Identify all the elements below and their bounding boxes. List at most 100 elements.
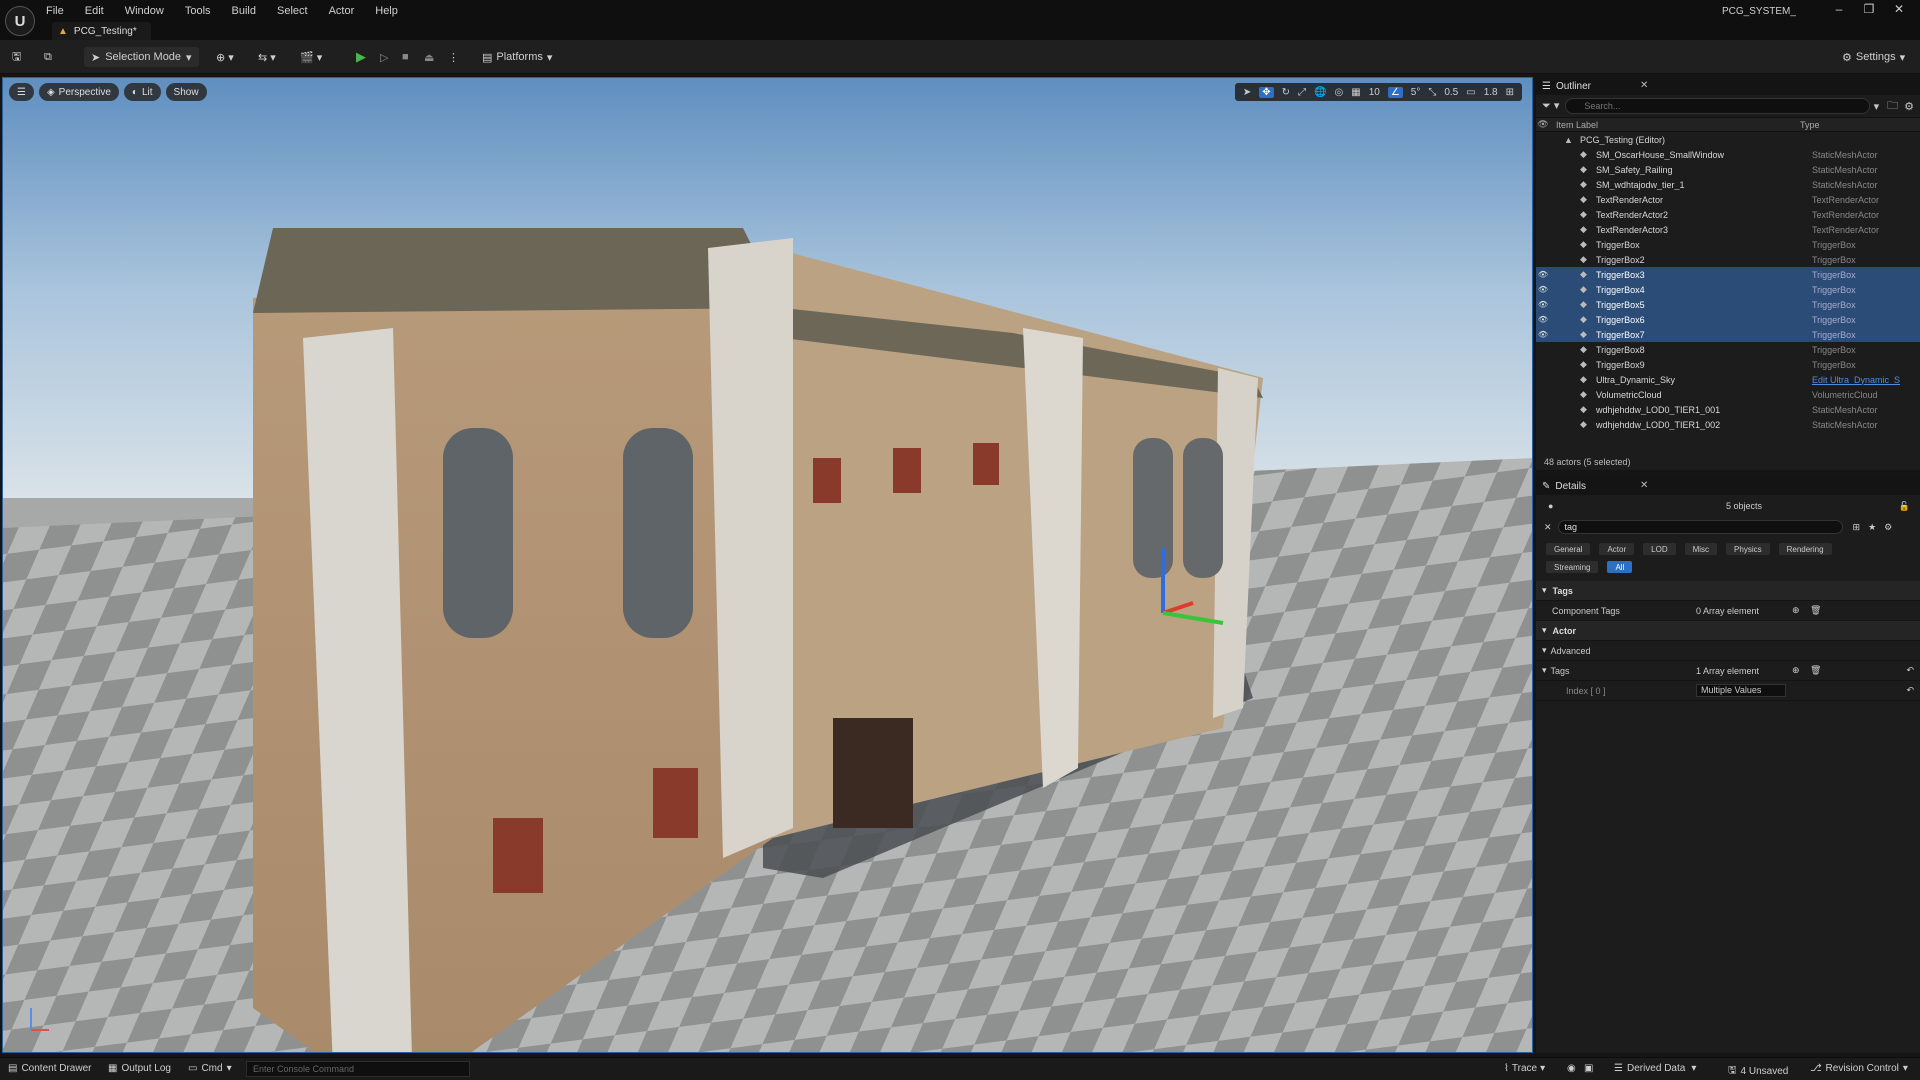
outliner-row[interactable]: ◆ TriggerBox9 TriggerBox <box>1536 357 1920 372</box>
chevron-down-icon[interactable]: ▾ <box>1874 100 1880 113</box>
more-options-icon[interactable]: ⋮ <box>448 48 459 66</box>
filter-lod[interactable]: LOD <box>1643 543 1676 555</box>
chevron-down-icon[interactable]: ▾ <box>1542 665 1547 676</box>
play-icon[interactable]: ▶ <box>356 48 366 66</box>
minimize-icon[interactable]: – <box>1824 2 1854 16</box>
save-icon[interactable]: 🖫 <box>12 48 21 66</box>
outliner-row[interactable]: 👁 ◆ TriggerBox3 TriggerBox <box>1536 267 1920 282</box>
surface-snap-icon[interactable]: ◎ <box>1335 87 1344 98</box>
close-icon[interactable]: ✕ <box>1884 2 1914 16</box>
menu-help[interactable]: Help <box>375 5 398 17</box>
trash-icon[interactable]: 🗑 <box>1810 605 1821 616</box>
visibility-icon[interactable]: 👁 <box>1536 300 1550 309</box>
filter-actor[interactable]: Actor <box>1599 543 1635 555</box>
cinematics-icon[interactable]: 🎬 ▾ <box>300 48 322 66</box>
filter-physics[interactable]: Physics <box>1726 543 1770 555</box>
outliner-row[interactable]: ◆ VolumetricCloud VolumetricCloud <box>1536 387 1920 402</box>
level-viewport[interactable]: ☰ ◈ Perspective ◐ Lit Show ➤ ✥ ↻ ⤢ 🌐 ◎ ▦… <box>2 77 1533 1053</box>
add-actor-icon[interactable]: ⊕ ▾ <box>216 48 234 66</box>
world-space-icon[interactable]: 🌐 <box>1314 87 1326 98</box>
reset-icon[interactable]: ↶ <box>1906 685 1914 696</box>
gear-icon[interactable]: ⚙ <box>1904 100 1914 113</box>
platforms-dropdown[interactable]: ▤ Platforms ▾ <box>482 48 552 66</box>
clear-search-icon[interactable]: ✕ <box>1544 522 1552 533</box>
column-item-label[interactable]: Item Label <box>1550 120 1800 130</box>
rotate-tool-icon[interactable]: ↻ <box>1282 87 1290 98</box>
details-tab[interactable]: ✎ Details ✕ <box>1536 477 1920 495</box>
blueprint-icon[interactable]: ⇆ ▾ <box>258 48 276 66</box>
derived-data-dropdown[interactable]: ☰ Derived Data ▾ <box>1614 1063 1696 1074</box>
grid-snap-value[interactable]: 10 <box>1369 87 1380 98</box>
scale-snap-icon[interactable]: ⤡ <box>1428 87 1436 98</box>
outliner-root-row[interactable]: ▲ PCG_Testing (Editor) <box>1536 132 1920 147</box>
outliner-row[interactable]: ◆ Ultra_Dynamic_Sky Edit Ultra_Dynamic_S <box>1536 372 1920 387</box>
lit-button[interactable]: ◐ Lit <box>123 83 161 101</box>
scale-tool-icon[interactable]: ⤢ <box>1298 87 1306 98</box>
outliner-row[interactable]: 👁 ◆ TriggerBox7 TriggerBox <box>1536 327 1920 342</box>
filter-misc[interactable]: Misc <box>1684 543 1718 555</box>
outliner-tab[interactable]: ☰ Outliner ✕ <box>1536 77 1920 95</box>
category-tags[interactable]: ▾ Tags <box>1536 581 1920 601</box>
outliner-row[interactable]: ◆ SM_Safety_Railing StaticMeshActor <box>1536 162 1920 177</box>
menu-edit[interactable]: Edit <box>85 5 104 17</box>
camera-speed-value[interactable]: 1.8 <box>1484 87 1498 98</box>
perspective-button[interactable]: ◈ Perspective <box>38 83 119 101</box>
rotation-snap-icon[interactable]: ∠ <box>1387 86 1403 98</box>
index-value-input[interactable]: Multiple Values <box>1696 684 1786 697</box>
revision-control-dropdown[interactable]: ⎇ Revision Control ▾ <box>1810 1063 1908 1074</box>
show-button[interactable]: Show <box>165 83 207 101</box>
outliner-search-input[interactable]: Search... <box>1565 98 1870 114</box>
favorite-icon[interactable]: ★ <box>1868 522 1876 533</box>
category-actor[interactable]: ▾ Actor <box>1536 621 1920 641</box>
outliner-row[interactable]: 👁 ◆ TriggerBox4 TriggerBox <box>1536 282 1920 297</box>
column-type[interactable]: Type <box>1800 120 1820 130</box>
add-element-icon[interactable]: ⊕ <box>1792 605 1800 616</box>
grid-snap-icon[interactable]: ▦ <box>1351 87 1360 98</box>
close-icon[interactable]: ✕ <box>1640 480 1648 491</box>
menu-tools[interactable]: Tools <box>185 5 211 17</box>
menu-select[interactable]: Select <box>277 5 308 17</box>
menu-window[interactable]: Window <box>125 5 164 17</box>
outliner-row[interactable]: 👁 ◆ TriggerBox6 TriggerBox <box>1536 312 1920 327</box>
trace-dropdown[interactable]: ⌇ Trace ▾ <box>1504 1063 1545 1074</box>
close-icon[interactable]: ✕ <box>1640 80 1648 91</box>
outliner-row[interactable]: ◆ TriggerBox8 TriggerBox <box>1536 342 1920 357</box>
camera-speed-icon[interactable]: ▭ <box>1466 87 1475 98</box>
content-drawer-button[interactable]: ▤ Content Drawer <box>8 1063 91 1074</box>
filter-icon[interactable]: ⏷ ▾ <box>1542 99 1559 113</box>
selection-mode-dropdown[interactable]: ➤ Selection Mode ▾ <box>84 47 199 67</box>
outliner-row[interactable]: ◆ TextRenderActor2 TextRenderActor <box>1536 207 1920 222</box>
visibility-icon[interactable]: 👁 <box>1536 315 1550 324</box>
add-folder-icon[interactable]: 🗀 <box>1887 97 1898 116</box>
gear-icon[interactable]: ⚙ <box>1884 522 1892 533</box>
reset-icon[interactable]: ↶ <box>1906 665 1914 676</box>
eject-icon[interactable]: ⏏ <box>424 48 434 66</box>
level-tab[interactable]: ▲ PCG_Testing* <box>52 22 151 40</box>
trash-icon[interactable]: 🗑 <box>1810 665 1821 676</box>
visibility-icon[interactable]: 👁 <box>1536 270 1550 279</box>
advanced-row[interactable]: ▾ Advanced <box>1536 641 1920 661</box>
outliner-row[interactable]: ◆ TriggerBox2 TriggerBox <box>1536 252 1920 267</box>
outliner-row[interactable]: 👁 ◆ TriggerBox5 TriggerBox <box>1536 297 1920 312</box>
add-element-icon[interactable]: ⊕ <box>1792 665 1800 676</box>
visibility-icon[interactable]: 👁 <box>1536 119 1550 130</box>
content-browse-icon[interactable]: ⧉ <box>44 48 52 66</box>
screenshot-icon[interactable]: ▣ <box>1584 1063 1593 1074</box>
details-search-input[interactable]: tag <box>1557 520 1843 534</box>
filter-rendering[interactable]: Rendering <box>1778 543 1832 555</box>
console-input[interactable]: Enter Console Command <box>246 1061 470 1077</box>
stop-icon[interactable]: ■ <box>402 48 409 66</box>
menu-build[interactable]: Build <box>232 5 256 17</box>
outliner-row[interactable]: ◆ SM_OscarHouse_SmallWindow StaticMeshActo… <box>1536 147 1920 162</box>
select-tool-icon[interactable]: ➤ <box>1243 87 1251 98</box>
maximize-viewport-icon[interactable]: ⊞ <box>1506 87 1514 98</box>
unreal-logo[interactable]: U <box>5 6 35 36</box>
rotation-snap-value[interactable]: 5° <box>1411 87 1421 98</box>
visibility-icon[interactable]: 👁 <box>1536 330 1550 339</box>
lock-icon[interactable]: 🔓 <box>1899 501 1910 512</box>
unsaved-button[interactable]: 🖫 4 Unsaved <box>1728 1063 1788 1080</box>
table-view-icon[interactable]: ⊞ <box>1853 522 1861 533</box>
record-icon[interactable]: ◉ <box>1567 1063 1576 1074</box>
cmd-dropdown[interactable]: ▭ Cmd ▾ <box>188 1063 232 1074</box>
filter-all[interactable]: All <box>1607 561 1633 573</box>
